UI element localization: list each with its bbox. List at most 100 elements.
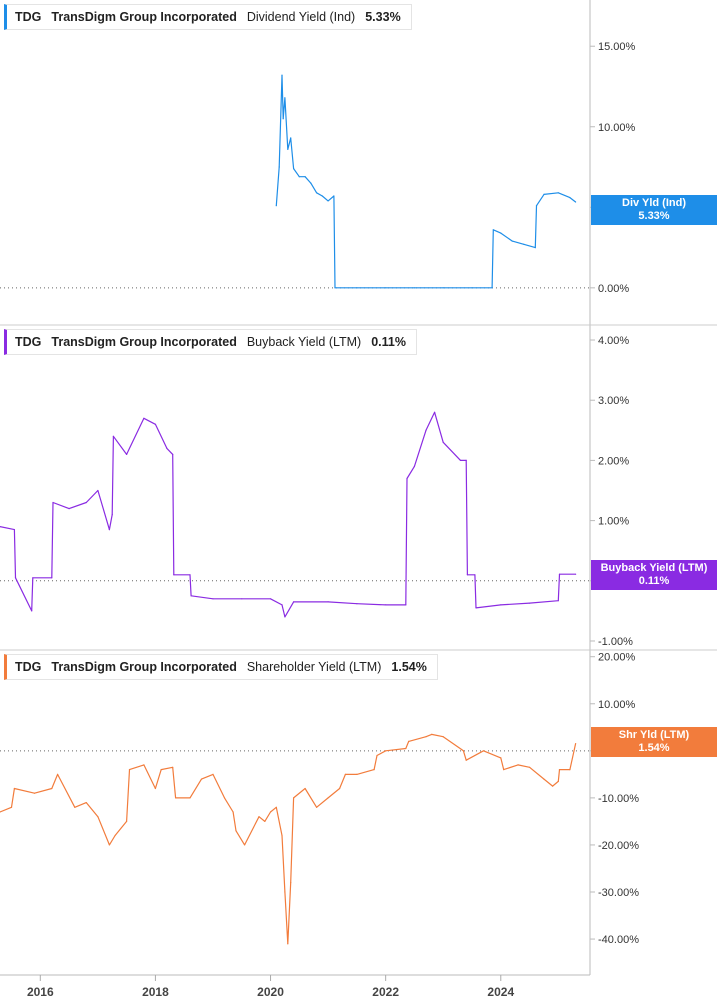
legend-ticker: TDG (15, 335, 42, 349)
y-tick-label: -40.00% (598, 934, 639, 946)
data-point (474, 574, 476, 576)
data-point (466, 574, 468, 576)
data-point (442, 287, 444, 289)
data-point (569, 769, 571, 771)
data-point (126, 453, 128, 455)
data-point (535, 205, 538, 207)
legend-metric: Shareholder Yield (LTM) (246, 660, 382, 674)
value-tag-label: Buyback Yield (LTM) (600, 562, 708, 574)
data-point (190, 595, 192, 597)
data-point (264, 820, 266, 823)
data-point (52, 501, 54, 504)
data-point (425, 736, 427, 738)
data-point (275, 205, 277, 207)
data-point (189, 797, 191, 799)
legend-metric: Buyback Yield (LTM) (246, 335, 362, 349)
data-point (569, 197, 571, 199)
data-point (575, 201, 577, 203)
data-point (327, 797, 329, 799)
data-point (143, 764, 145, 766)
data-point (333, 195, 335, 197)
data-point (126, 820, 128, 823)
data-point (529, 766, 531, 768)
data-point (31, 610, 33, 612)
data-point (575, 743, 577, 745)
data-point (172, 453, 174, 455)
y-tick-label: -10.00% (598, 793, 639, 805)
data-point (173, 574, 175, 576)
data-point (327, 601, 329, 603)
legend-company: TransDigm Group Incorporated (51, 660, 237, 674)
x-tick-label: 2016 (27, 985, 54, 999)
data-point (511, 240, 513, 242)
legend-ticker: TDG (15, 10, 42, 24)
data-point (534, 247, 536, 249)
data-point (33, 792, 36, 794)
data-point (316, 806, 318, 808)
data-point (316, 192, 318, 194)
data-point (282, 118, 284, 120)
data-point (298, 176, 300, 178)
data-point (500, 232, 502, 234)
data-point (108, 529, 110, 531)
data-point (491, 287, 493, 289)
data-point (154, 423, 156, 425)
data-point (212, 773, 214, 776)
data-point (293, 168, 295, 170)
data-point (290, 137, 292, 139)
y-tick-label: -1.00% (598, 636, 633, 648)
data-point (385, 604, 387, 606)
data-point (471, 287, 473, 289)
legend-latest-value: 1.54% (391, 660, 427, 674)
data-point (558, 769, 561, 771)
data-point (459, 459, 462, 461)
series-line-shareholder-yield-ltm (0, 733, 577, 945)
data-point (339, 787, 341, 790)
data-point (406, 477, 408, 480)
x-tick-label: 2018 (142, 985, 169, 999)
data-point (290, 882, 292, 884)
data-point (74, 806, 76, 808)
data-point (244, 844, 246, 846)
legend-company: TransDigm Group Incorporated (51, 335, 237, 349)
data-point (492, 229, 494, 231)
data-point (321, 195, 323, 197)
legend-dividend-yield: TDG TransDigm Group Incorporated Dividen… (4, 4, 412, 30)
data-point (269, 811, 272, 813)
legend-company: TransDigm Group Incorporated (51, 10, 237, 24)
data-point (310, 182, 312, 184)
data-point (112, 435, 114, 437)
data-point (543, 778, 545, 780)
data-point (529, 602, 531, 604)
data-point (431, 733, 433, 736)
data-point (281, 604, 283, 606)
data-point (114, 834, 116, 837)
data-point (97, 816, 99, 818)
legend-latest-value: 0.11% (371, 335, 406, 349)
data-point (278, 166, 280, 168)
data-point (32, 577, 34, 579)
y-tick-label: -30.00% (598, 887, 639, 899)
data-point (503, 769, 505, 771)
data-point (14, 577, 17, 579)
y-tick-label: 15.00% (598, 41, 636, 53)
data-point (373, 769, 375, 771)
data-point (405, 747, 407, 750)
y-tick-label: 20.00% (598, 652, 636, 664)
data-point (51, 577, 53, 579)
data-point (13, 529, 15, 531)
data-point (111, 514, 113, 516)
data-point (543, 193, 545, 195)
data-point (160, 769, 162, 771)
x-tick-label: 2020 (257, 985, 284, 999)
data-point (57, 773, 59, 776)
data-point (241, 598, 243, 600)
data-point (281, 834, 283, 837)
legend-buyback-yield: TDG TransDigm Group Incorporated Buyback… (4, 329, 417, 355)
data-point (425, 429, 427, 431)
data-point (405, 604, 407, 606)
value-tag-label: Shr Yld (LTM) (618, 729, 690, 741)
data-point (500, 604, 502, 606)
data-point (465, 459, 467, 461)
data-point (523, 243, 525, 245)
